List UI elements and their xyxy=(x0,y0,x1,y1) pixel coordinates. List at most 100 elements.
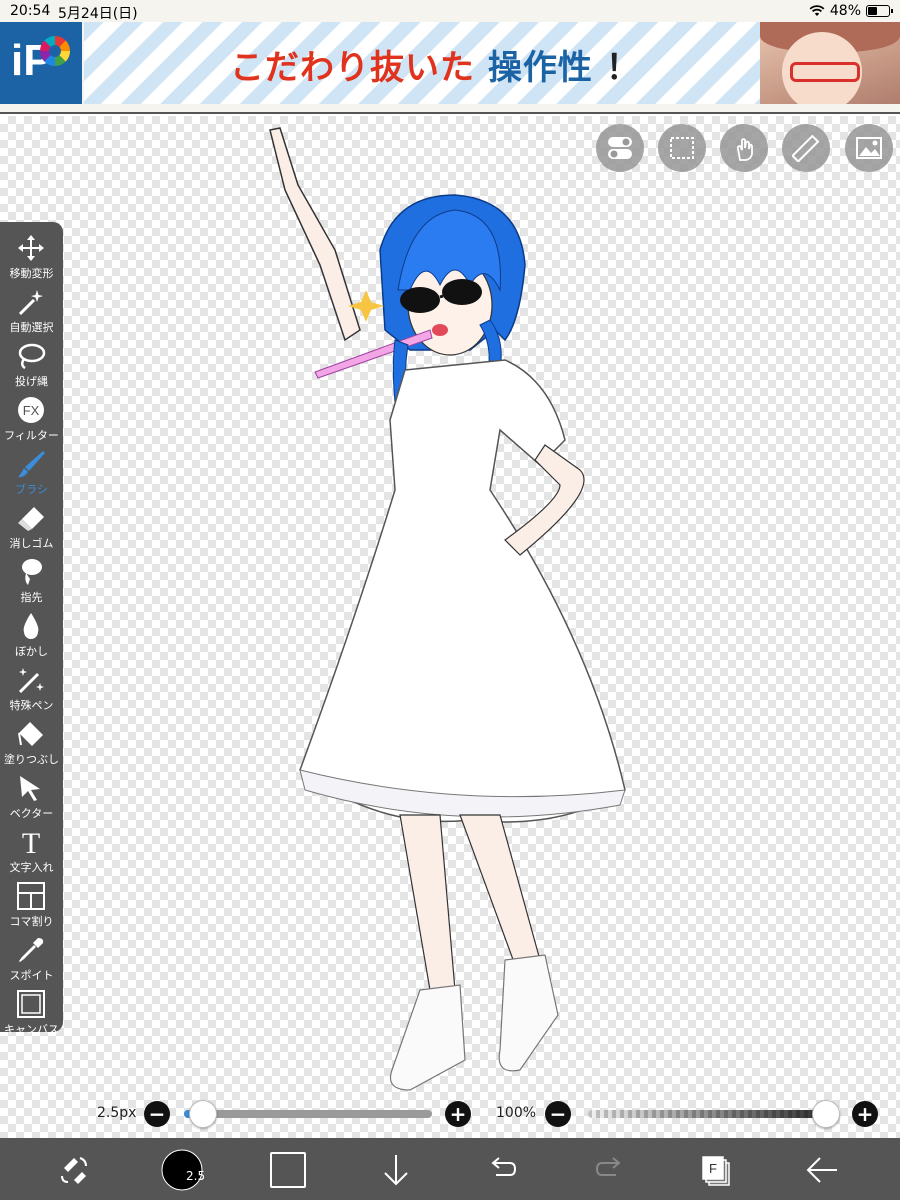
fx-icon: FX xyxy=(18,397,44,423)
tool-label: ブラシ xyxy=(15,483,48,496)
brush-size-thumb[interactable] xyxy=(189,1100,217,1128)
undo-button[interactable] xyxy=(480,1148,524,1192)
selection-button[interactable] xyxy=(658,124,706,172)
character-glasses xyxy=(790,62,860,82)
tool-brush[interactable]: ブラシ xyxy=(0,446,63,500)
left-toolbar: 移動変形 自動選択 投げ縄 FX フィルター ブラシ 消しゴム 指先 ぼかし 特… xyxy=(0,222,63,1036)
toggle-button[interactable] xyxy=(596,124,644,172)
tool-lasso[interactable]: 投げ縄 xyxy=(0,338,63,392)
move-transform-icon xyxy=(18,235,44,261)
tool-blur[interactable]: ぼかし xyxy=(0,608,63,662)
battery-percent: 48% xyxy=(829,3,861,19)
tool-magic-wand[interactable]: 自動選択 xyxy=(0,284,63,338)
banner-headline: こだわり抜いた 操作性 ！ xyxy=(230,40,641,89)
tool-label: 投げ縄 xyxy=(15,375,48,388)
wifi-icon xyxy=(809,5,825,16)
color-swatch-icon xyxy=(270,1152,306,1188)
battery-fill xyxy=(868,7,877,15)
tool-eyedropper[interactable]: スポイト xyxy=(0,932,63,986)
fx-icon-text: FX xyxy=(23,403,40,418)
tool-filter[interactable]: FX フィルター xyxy=(0,392,63,446)
text-icon-glyph: T xyxy=(22,827,40,857)
layers-button[interactable]: F xyxy=(694,1148,738,1192)
download-button[interactable] xyxy=(374,1148,418,1192)
magic-wand-icon xyxy=(18,290,43,316)
tool-special-pen[interactable]: 特殊ペン xyxy=(0,662,63,716)
ruler-icon xyxy=(792,134,820,162)
redo-icon xyxy=(595,1157,621,1176)
tool-frame-divider[interactable]: コマ割り xyxy=(0,878,63,932)
ibispaint-logo: iP xyxy=(0,22,82,104)
status-right-group: 48% xyxy=(809,3,893,19)
lasso-icon xyxy=(18,343,46,370)
ruler-button[interactable] xyxy=(782,124,830,172)
eraser-icon xyxy=(18,507,44,531)
opacity-minus-button[interactable]: − xyxy=(545,1101,571,1127)
tool-label: フィルター xyxy=(4,429,59,442)
hand-gesture-icon xyxy=(736,138,753,161)
tool-label: 自動選択 xyxy=(9,321,54,334)
tool-label: 特殊ペン xyxy=(9,699,54,712)
back-button[interactable] xyxy=(800,1148,844,1192)
banner-character-art xyxy=(760,22,900,104)
material-button[interactable] xyxy=(845,124,893,172)
download-arrow-icon xyxy=(384,1155,408,1186)
tool-label: 塗りつぶし xyxy=(3,753,60,766)
tool-label: スポイト xyxy=(9,969,54,982)
opacity-plus-button[interactable]: + xyxy=(852,1101,878,1127)
opacity-thumb[interactable] xyxy=(812,1100,840,1128)
frame-divider-icon xyxy=(17,882,45,910)
brush-size-minus-button[interactable]: − xyxy=(144,1101,170,1127)
tool-finger[interactable]: 指先 xyxy=(0,554,63,608)
brush-size-badge: 2.5 xyxy=(186,1169,204,1183)
ad-banner[interactable]: iP こだわり抜いた 操作性 ！ xyxy=(0,22,900,114)
tool-text[interactable]: T 文字入れ xyxy=(0,824,63,878)
slider-row: 2.5px − + 100% − + xyxy=(0,1096,900,1132)
hand-gesture-button[interactable] xyxy=(720,124,768,172)
status-bar: 20:54 5月24日(日) 48% xyxy=(0,0,900,22)
plus-icon: + xyxy=(449,1102,467,1126)
finger-smudge-icon xyxy=(22,559,42,585)
color-wheel-icon xyxy=(40,36,70,66)
brush-icon xyxy=(18,451,45,478)
tool-vector[interactable]: ベクター xyxy=(0,770,63,824)
blur-drop-icon xyxy=(23,613,39,639)
headline-part3: ！ xyxy=(605,48,641,88)
layers-icon: F xyxy=(702,1156,730,1186)
text-icon: T xyxy=(22,827,40,857)
material-icon xyxy=(856,137,882,159)
headline-part2: 操作性 xyxy=(487,48,593,88)
tool-move-transform[interactable]: 移動変形 xyxy=(0,230,63,284)
tool-label: 移動変形 xyxy=(9,267,54,280)
back-arrow-icon xyxy=(806,1157,837,1183)
tool-fill[interactable]: 塗りつぶし xyxy=(0,716,63,770)
canvas-icon xyxy=(17,990,45,1018)
layer-badge: F xyxy=(709,1161,717,1176)
tool-label: コマ割り xyxy=(9,915,54,928)
brush-size-value: 2.5px xyxy=(97,1105,137,1121)
minus-icon: − xyxy=(549,1102,567,1126)
tool-eraser[interactable]: 消しゴム xyxy=(0,500,63,554)
status-date: 5月24日(日) xyxy=(58,6,138,22)
color-swatch-button[interactable] xyxy=(266,1148,310,1192)
undo-icon xyxy=(491,1157,517,1176)
vector-cursor-icon xyxy=(20,776,40,801)
tool-swap-icon xyxy=(61,1157,87,1184)
redo-button[interactable] xyxy=(588,1148,632,1192)
brush-size-button[interactable]: 2.5 xyxy=(160,1148,204,1192)
tool-swap-button[interactable] xyxy=(52,1148,96,1192)
brush-size-plus-button[interactable]: + xyxy=(445,1101,471,1127)
tool-label: ぼかし xyxy=(15,645,48,658)
minus-icon: − xyxy=(148,1102,166,1126)
plus-icon: + xyxy=(856,1102,874,1126)
brush-size-track[interactable] xyxy=(184,1110,432,1118)
selection-icon xyxy=(670,137,694,159)
special-pen-icon xyxy=(18,668,44,694)
drawing-canvas[interactable] xyxy=(0,116,900,1138)
opacity-track[interactable] xyxy=(588,1110,838,1118)
tool-label: 文字入れ xyxy=(9,861,54,874)
tool-canvas[interactable]: キャンバス xyxy=(0,986,63,1040)
tool-label: キャンバス xyxy=(4,1023,59,1036)
brush-size-icon: 2.5 xyxy=(161,1149,204,1191)
fill-bucket-icon xyxy=(18,722,43,746)
